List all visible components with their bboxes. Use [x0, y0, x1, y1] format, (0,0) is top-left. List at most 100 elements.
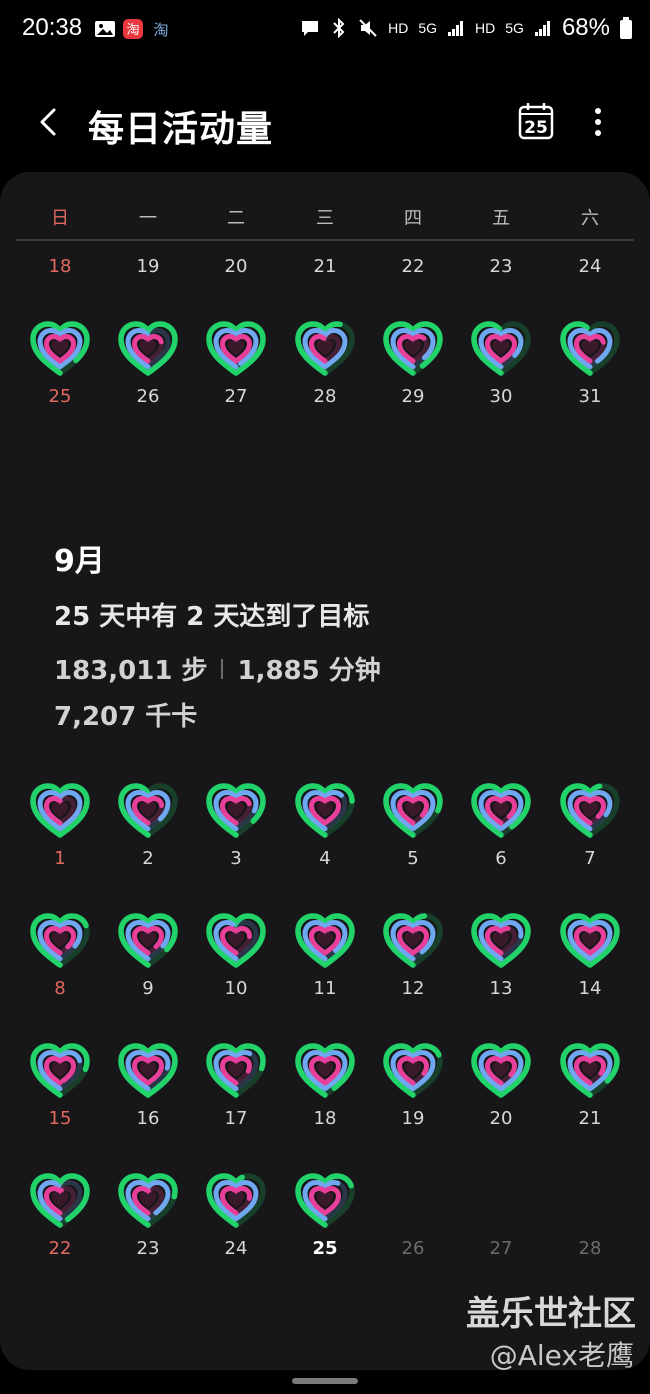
- day-number[interactable]: 14: [550, 978, 630, 999]
- home-indicator[interactable]: [292, 1378, 358, 1384]
- hd-label-2: HD: [475, 20, 496, 36]
- status-notification-icons: 淘 淘: [94, 18, 172, 40]
- activity-heart-icon[interactable]: [28, 910, 92, 970]
- activity-heart-icon[interactable]: [116, 318, 180, 378]
- day-number[interactable]: 31: [550, 386, 630, 407]
- activity-heart-icon[interactable]: [28, 780, 92, 840]
- more-options-icon[interactable]: [586, 104, 610, 140]
- activity-heart-icon[interactable]: [558, 318, 622, 378]
- day-number[interactable]: 12: [373, 978, 453, 999]
- day-number[interactable]: 21: [550, 1108, 630, 1129]
- activity-heart-icon[interactable]: [116, 1170, 180, 1230]
- weekday-label: 一: [139, 208, 157, 229]
- activity-heart-icon[interactable]: [293, 1170, 357, 1230]
- activity-heart-icon[interactable]: [204, 780, 268, 840]
- day-number[interactable]: 27: [461, 1238, 541, 1259]
- day-number[interactable]: 28: [285, 386, 365, 407]
- day-number[interactable]: 24: [196, 1238, 276, 1259]
- network-5g-label: 5G: [418, 20, 438, 36]
- day-number[interactable]: 4: [285, 848, 365, 869]
- hd-label: HD: [388, 20, 409, 36]
- day-number[interactable]: 20: [461, 1108, 541, 1129]
- day-number[interactable]: 22: [373, 256, 453, 277]
- battery-icon: [620, 17, 632, 39]
- activity-heart-icon[interactable]: [28, 1040, 92, 1100]
- steps-total: 183,011 步: [54, 656, 208, 686]
- activity-heart-icon[interactable]: [558, 910, 622, 970]
- activity-heart-icon[interactable]: [204, 318, 268, 378]
- activity-heart-icon[interactable]: [116, 780, 180, 840]
- activity-heart-icon[interactable]: [28, 1170, 92, 1230]
- activity-heart-icon[interactable]: [293, 910, 357, 970]
- activity-heart-icon[interactable]: [381, 318, 445, 378]
- day-number[interactable]: 1: [20, 848, 100, 869]
- svg-text:淘: 淘: [126, 23, 139, 38]
- activity-heart-icon[interactable]: [381, 910, 445, 970]
- activity-heart-icon[interactable]: [469, 318, 533, 378]
- activity-heart-icon[interactable]: [204, 1170, 268, 1230]
- day-number[interactable]: 28: [550, 1238, 630, 1259]
- day-number[interactable]: 11: [285, 978, 365, 999]
- day-number[interactable]: 19: [373, 1108, 453, 1129]
- day-number[interactable]: 9: [108, 978, 188, 999]
- day-number[interactable]: 10: [196, 978, 276, 999]
- weekday-label: 五: [492, 208, 510, 229]
- day-number[interactable]: 8: [20, 978, 100, 999]
- activity-heart-icon[interactable]: [293, 318, 357, 378]
- day-number[interactable]: 26: [373, 1238, 453, 1259]
- svg-text:淘: 淘: [153, 21, 168, 39]
- day-number[interactable]: 22: [20, 1238, 100, 1259]
- activity-heart-icon[interactable]: [558, 1040, 622, 1100]
- bluetooth-icon: [333, 18, 345, 38]
- page-title: 每日活动量: [88, 109, 274, 150]
- activity-heart-icon[interactable]: [28, 318, 92, 378]
- day-number[interactable]: 25: [20, 386, 100, 407]
- calendar-icon[interactable]: 25: [518, 102, 554, 140]
- day-number[interactable]: 2: [108, 848, 188, 869]
- day-number[interactable]: 7: [550, 848, 630, 869]
- activity-heart-icon[interactable]: [204, 1040, 268, 1100]
- goal-summary: 25 天中有 2 天达到了目标: [54, 602, 370, 632]
- day-number[interactable]: 26: [108, 386, 188, 407]
- activity-heart-icon[interactable]: [293, 780, 357, 840]
- activity-heart-icon[interactable]: [381, 780, 445, 840]
- minutes-total: 1,885 分钟: [237, 656, 381, 686]
- day-number[interactable]: 30: [461, 386, 541, 407]
- network-5g-label-2: 5G: [505, 20, 524, 36]
- activity-heart-icon[interactable]: [469, 910, 533, 970]
- day-number[interactable]: 18: [285, 1108, 365, 1129]
- taobao-icon: 淘: [153, 21, 168, 39]
- day-number[interactable]: 29: [373, 386, 453, 407]
- day-number[interactable]: 25: [285, 1238, 365, 1259]
- day-number[interactable]: 19: [108, 256, 188, 277]
- activity-heart-icon[interactable]: [381, 1040, 445, 1100]
- activity-heart-icon[interactable]: [558, 780, 622, 840]
- day-number[interactable]: 18: [20, 256, 100, 277]
- day-number[interactable]: 23: [108, 1238, 188, 1259]
- activity-heart-icon[interactable]: [204, 910, 268, 970]
- day-number[interactable]: 23: [461, 256, 541, 277]
- calendar-icon-day: 25: [524, 118, 548, 138]
- activity-heart-icon[interactable]: [469, 780, 533, 840]
- activity-heart-icon[interactable]: [469, 1040, 533, 1100]
- day-number[interactable]: 16: [108, 1108, 188, 1129]
- day-number[interactable]: 13: [461, 978, 541, 999]
- day-number[interactable]: 15: [20, 1108, 100, 1129]
- day-number[interactable]: 17: [196, 1108, 276, 1129]
- back-arrow-icon[interactable]: [34, 102, 64, 142]
- day-number[interactable]: 27: [196, 386, 276, 407]
- day-number[interactable]: 5: [373, 848, 453, 869]
- mute-icon: [359, 19, 377, 37]
- day-number[interactable]: 3: [196, 848, 276, 869]
- calendar-card[interactable]: 日 一 二 三 四 五 六 9月 25 天中有 2 天达到了目标 183,011 步 1,8…: [0, 172, 650, 1370]
- day-number[interactable]: 20: [196, 256, 276, 277]
- day-number[interactable]: 21: [285, 256, 365, 277]
- day-number[interactable]: 24: [550, 256, 630, 277]
- weekday-label: 二: [227, 208, 245, 229]
- gallery-icon: [95, 21, 115, 37]
- activity-heart-icon[interactable]: [293, 1040, 357, 1100]
- activity-heart-icon[interactable]: [116, 910, 180, 970]
- day-number[interactable]: 6: [461, 848, 541, 869]
- activity-heart-icon[interactable]: [116, 1040, 180, 1100]
- message-icon: [302, 21, 319, 36]
